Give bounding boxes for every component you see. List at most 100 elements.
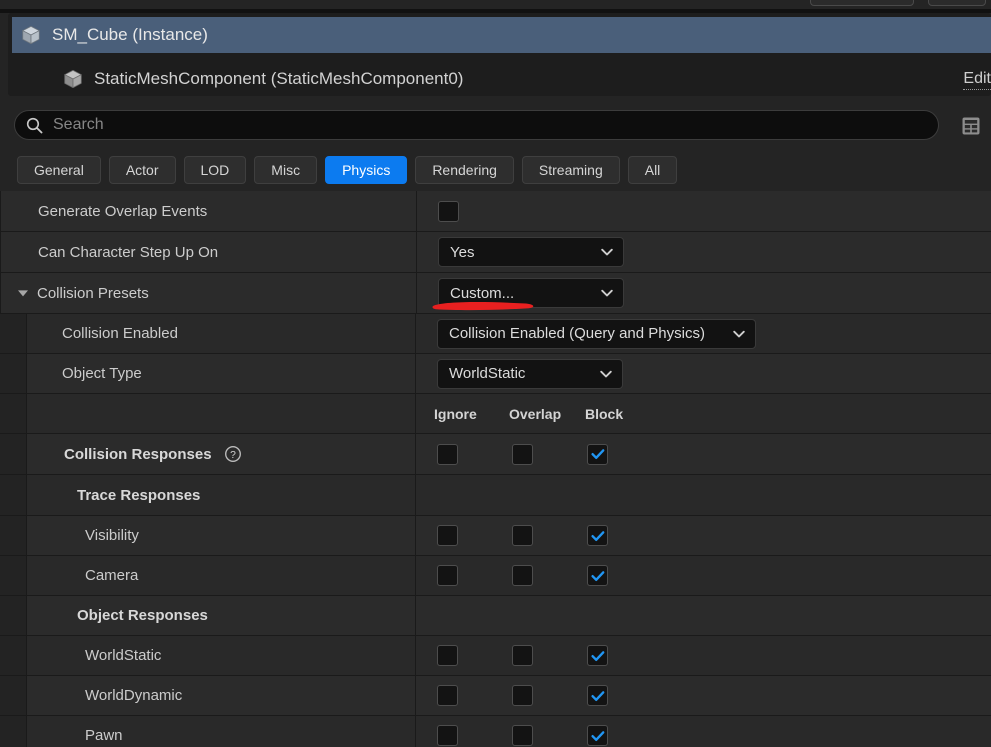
column-settings-button[interactable] [958,113,983,138]
search-icon [26,117,43,133]
property-name-cell: Object Type [27,354,416,393]
dropdown-value: Collision Enabled (Query and Physics) [449,325,705,342]
generate-overlap-events-checkbox[interactable] [438,200,459,222]
property-value-cell [416,596,991,635]
tab-all[interactable]: All [627,156,678,184]
dropdown-value: Custom... [450,284,515,302]
pawn-ignore-checkbox[interactable] [437,725,458,746]
check-icon [590,449,604,459]
property-row-trace-responses-header: Trace Responses [0,475,991,516]
chevron-expanded-icon[interactable] [15,285,31,301]
collision-responses-overlap-checkbox[interactable] [512,443,533,465]
property-value-cell [416,434,991,474]
property-row-generate-overlap-events[interactable]: Generate Overlap Events [0,191,991,232]
property-label: Object Responses [77,607,208,624]
property-label: Collision Enabled [62,325,178,342]
object-row-selected[interactable]: SM_Cube (Instance) [12,17,991,53]
visibility-block-checkbox[interactable] [587,525,608,546]
tree-gutter [0,354,27,393]
property-row-camera[interactable]: Camera [0,556,991,596]
chevron-down-icon [601,289,613,297]
tab-streaming[interactable]: Streaming [521,156,620,184]
question-mark-icon[interactable]: ? [224,445,242,463]
property-name-cell [27,394,416,433]
column-header-block: Block [585,405,624,422]
pawn-overlap-checkbox[interactable] [512,725,533,746]
property-row-collision-enabled[interactable]: Collision Enabled Collision Enabled (Que… [0,314,991,354]
property-label: Generate Overlap Events [38,202,208,220]
property-name-cell: Object Responses [27,596,416,635]
check-icon [590,570,604,581]
property-label: Object Type [62,365,142,382]
chevron-down-icon [600,370,612,377]
property-name-cell: WorldDynamic [27,676,416,715]
tab-rendering[interactable]: Rendering [415,156,514,184]
collision-responses-block-checkbox[interactable] [587,443,608,465]
object-row-component[interactable]: StaticMeshComponent (StaticMeshComponent… [12,61,991,96]
tab-misc[interactable]: Misc [254,156,318,184]
tree-gutter [0,596,27,635]
property-value-cell [416,475,991,515]
tab-physics[interactable]: Physics [325,156,408,184]
tree-gutter [0,556,27,595]
worldstatic-ignore-checkbox[interactable] [437,645,458,666]
camera-ignore-checkbox[interactable] [437,565,458,586]
worldstatic-block-checkbox[interactable] [587,645,608,666]
visibility-ignore-checkbox[interactable] [437,525,458,546]
property-name-cell: Trace Responses [27,475,416,515]
collision-responses-ignore-checkbox[interactable] [437,443,458,465]
property-value-cell: Collision Enabled (Query and Physics) [416,314,991,353]
worlddynamic-overlap-checkbox[interactable] [512,685,533,706]
camera-block-checkbox[interactable] [587,565,608,586]
property-row-visibility[interactable]: Visibility [0,516,991,556]
property-name-cell: Generate Overlap Events [1,191,417,231]
property-value-cell [416,636,991,675]
search-bar[interactable] [14,110,939,140]
property-row-worlddynamic[interactable]: WorldDynamic [0,676,991,716]
cutoff-button-right[interactable] [928,0,986,6]
property-value-cell: Yes [417,232,991,272]
details-panel: SM_Cube (Instance) StaticMeshComponent (… [0,0,991,747]
pawn-block-checkbox[interactable] [587,725,608,746]
property-row-collision-presets[interactable]: Collision Presets Custom... [0,273,991,314]
camera-overlap-checkbox[interactable] [512,565,533,586]
tab-general[interactable]: General [17,156,101,184]
object-type-dropdown[interactable]: WorldStatic [437,358,623,389]
worldstatic-overlap-checkbox[interactable] [512,645,533,666]
tree-gutter [0,475,27,515]
object-header-panel: SM_Cube (Instance) StaticMeshComponent (… [8,13,991,96]
property-row-worldstatic[interactable]: WorldStatic [0,636,991,676]
chevron-down-icon [733,330,745,337]
top-chrome-strip [0,0,991,9]
collision-presets-dropdown[interactable]: Custom... [438,278,624,308]
tab-lod[interactable]: LOD [183,156,247,184]
search-input[interactable] [44,116,938,134]
edit-link[interactable]: Edit [963,70,991,90]
filter-tab-bar: General Actor LOD Misc Physics Rendering… [17,156,678,184]
property-row-pawn[interactable]: Pawn [0,716,991,747]
worlddynamic-block-checkbox[interactable] [587,685,608,706]
cube-icon [22,25,40,45]
tree-gutter [0,314,27,353]
property-row-collision-responses[interactable]: Collision Responses ? [0,434,991,475]
property-row-object-type[interactable]: Object Type WorldStatic [0,354,991,394]
tab-actor[interactable]: Actor [108,156,176,184]
tree-gutter [0,636,27,675]
property-row-can-character-step-up-on[interactable]: Can Character Step Up On Yes [0,232,991,273]
visibility-overlap-checkbox[interactable] [512,525,533,546]
cutoff-button-left[interactable] [810,0,914,6]
column-header-overlap: Overlap [509,405,562,422]
property-value-cell [416,676,991,715]
tree-gutter [0,516,27,555]
column-header-ignore: Ignore [434,405,477,422]
collision-enabled-dropdown[interactable]: Collision Enabled (Query and Physics) [437,318,756,349]
property-label: WorldDynamic [85,687,183,704]
check-icon [590,690,604,701]
worlddynamic-ignore-checkbox[interactable] [437,685,458,706]
response-column-header-row: Ignore Overlap Block [0,394,991,434]
tree-gutter [0,716,27,747]
property-name-cell: Camera [27,556,416,595]
property-label: Visibility [85,527,139,544]
can-character-step-up-on-dropdown[interactable]: Yes [438,237,624,267]
property-name-cell: WorldStatic [27,636,416,675]
